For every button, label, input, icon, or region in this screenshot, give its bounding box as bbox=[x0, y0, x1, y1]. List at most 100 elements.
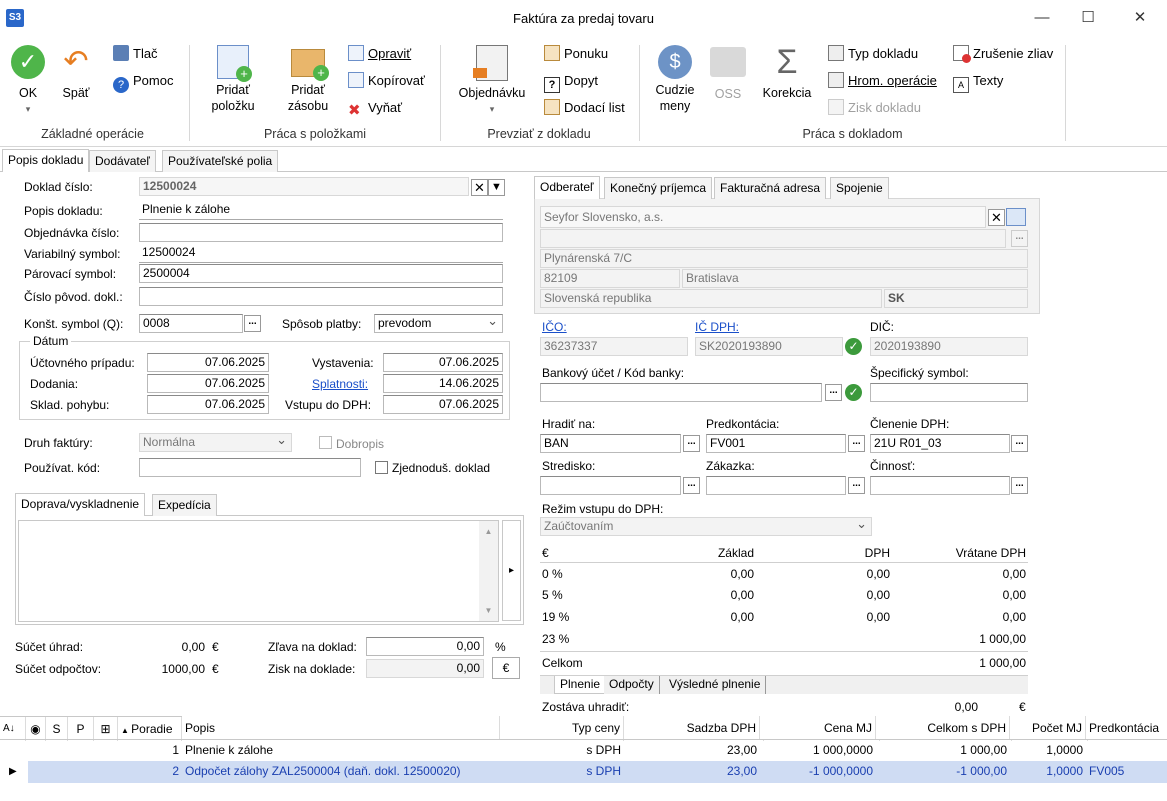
table-row[interactable]: ▶ 2 Odpočet zálohy ZAL2500004 (daň. dokl… bbox=[0, 761, 1167, 783]
panel-toggle-button[interactable]: ▸ bbox=[502, 520, 521, 621]
icdph-link[interactable]: IČ DPH: bbox=[695, 320, 739, 334]
constsym-lookup-button[interactable]: ... bbox=[244, 315, 261, 332]
street-field[interactable]: Plynárenská 7/C bbox=[540, 249, 1028, 268]
bank-account-input[interactable] bbox=[540, 383, 822, 402]
invoice-type-select[interactable]: Normálna bbox=[139, 433, 292, 452]
cost-center-lookup-button[interactable]: ... bbox=[683, 477, 700, 494]
tab-result-fulfillment[interactable]: Výsledné plnenie bbox=[664, 676, 767, 694]
issued-date[interactable]: 07.06.2025 bbox=[383, 353, 503, 372]
foreign-currency-button[interactable]: $ Cudzie meny bbox=[650, 45, 700, 114]
tab-customer[interactable]: Odberateľ bbox=[534, 176, 600, 199]
cut-button[interactable]: ✖ Vyňať bbox=[348, 98, 402, 119]
bank-lookup-button[interactable]: ... bbox=[825, 384, 842, 401]
precontation-input[interactable]: FV001 bbox=[706, 434, 846, 453]
icdph-field[interactable]: SK2020193890 bbox=[695, 337, 843, 356]
shipping-textarea[interactable] bbox=[18, 520, 499, 622]
inquiry-button[interactable]: ? Dopyt bbox=[544, 71, 598, 93]
verified-icon[interactable]: ✓ bbox=[845, 338, 862, 355]
city-field[interactable]: Bratislava bbox=[682, 269, 1028, 288]
print-button[interactable]: Tlač bbox=[113, 44, 158, 64]
precontation-lookup-button[interactable]: ... bbox=[848, 435, 865, 452]
edit-button[interactable]: Opraviť bbox=[348, 44, 411, 64]
tab-deductions[interactable]: Odpočty bbox=[604, 676, 660, 694]
profit-button[interactable]: Zisk dokladu bbox=[828, 98, 921, 118]
tab-connection[interactable]: Spojenie bbox=[830, 177, 889, 199]
pairsym-input[interactable]: 2500004 bbox=[139, 264, 503, 283]
ico-field[interactable]: 36237337 bbox=[540, 337, 688, 356]
col-header-description-main[interactable]: Popis bbox=[182, 716, 500, 740]
minimize-button[interactable]: — bbox=[1027, 7, 1057, 29]
copy-button[interactable]: Kopírovať bbox=[348, 71, 425, 91]
payment-select[interactable]: prevodom bbox=[374, 314, 503, 333]
tree-icon[interactable]: ⊞ bbox=[94, 717, 118, 741]
help-button[interactable]: ? Pomoc bbox=[113, 71, 173, 93]
table-row[interactable]: 1 Plnenie k zálohe s DPH 23,00 1 000,000… bbox=[0, 740, 1167, 761]
cost-center-input[interactable] bbox=[540, 476, 681, 495]
add-stock-button[interactable]: + Pridať zásobu bbox=[280, 45, 336, 114]
col-header-vat-rate-main[interactable]: Sadzba DPH bbox=[624, 716, 760, 740]
cancel-discount-button[interactable]: Zrušenie zliav bbox=[953, 44, 1053, 64]
contract-input[interactable] bbox=[706, 476, 846, 495]
scrollbar[interactable]: ▲ ▼ bbox=[479, 521, 498, 621]
varsym-input[interactable]: 12500024 bbox=[139, 244, 503, 263]
vat-split-lookup-button[interactable]: ... bbox=[1011, 435, 1028, 452]
back-button[interactable]: ↶ Späť bbox=[56, 45, 96, 101]
sort-icon[interactable]: A↓ bbox=[0, 717, 26, 741]
activity-lookup-button[interactable]: ... bbox=[1011, 477, 1028, 494]
col-header-s[interactable]: S bbox=[46, 717, 68, 741]
tab-fulfillment[interactable]: Plnenie bbox=[554, 676, 607, 694]
pay-to-input[interactable]: BAN bbox=[540, 434, 681, 453]
correction-button[interactable]: Σ Korekcia bbox=[757, 45, 817, 101]
activity-input[interactable] bbox=[870, 476, 1010, 495]
col-header-qty[interactable]: Počet MJ bbox=[1010, 716, 1086, 740]
tab-shipping[interactable]: Doprava/vyskladnenie bbox=[15, 493, 146, 516]
col-header-precontation[interactable]: Predkontácia bbox=[1086, 716, 1167, 740]
address-lookup-button[interactable]: ... bbox=[1011, 230, 1028, 247]
tab-supplier[interactable]: Dodávateľ bbox=[89, 150, 156, 172]
verified-icon[interactable]: ✓ bbox=[845, 384, 862, 401]
col-header-order[interactable]: ▲ Poradie bbox=[118, 717, 182, 741]
country-field[interactable]: Slovenská republika bbox=[540, 289, 882, 308]
col-header-total-vat[interactable]: Celkom s DPH bbox=[876, 716, 1010, 740]
origdoc-input[interactable] bbox=[139, 287, 503, 306]
stock-date[interactable]: 07.06.2025 bbox=[147, 395, 269, 414]
country-code-field[interactable]: SK bbox=[884, 289, 1028, 308]
due-date[interactable]: 14.06.2025 bbox=[383, 374, 503, 393]
doc-discount-input[interactable]: 0,00 bbox=[366, 637, 484, 656]
acc-case-date[interactable]: 07.06.2025 bbox=[147, 353, 269, 372]
currency-toggle-button[interactable]: € bbox=[492, 657, 520, 679]
constsym-input[interactable]: 0008 bbox=[139, 314, 243, 333]
vat-entry-date[interactable]: 07.06.2025 bbox=[383, 395, 503, 414]
tab-billing-address[interactable]: Fakturačná adresa bbox=[714, 177, 827, 199]
tab-doc-description[interactable]: Popis dokladu bbox=[2, 149, 90, 172]
dic-field[interactable]: 2020193890 bbox=[870, 337, 1028, 356]
customer-name-field[interactable]: Seyfor Slovensko, a.s. bbox=[540, 206, 986, 228]
add-item-button[interactable]: + Pridať položku bbox=[205, 45, 261, 114]
ico-link[interactable]: IČO: bbox=[542, 320, 567, 334]
simplified-doc-checkbox[interactable] bbox=[375, 461, 388, 474]
contract-lookup-button[interactable]: ... bbox=[848, 477, 865, 494]
delivery-note-button[interactable]: Dodací list bbox=[544, 98, 625, 118]
vat-mode-select[interactable]: Zaúčtovaním bbox=[540, 517, 872, 536]
close-button[interactable]: ✕ bbox=[1125, 7, 1155, 29]
specific-symbol-input[interactable] bbox=[870, 383, 1028, 402]
order-input[interactable] bbox=[139, 223, 503, 242]
tab-expedition[interactable]: Expedícia bbox=[152, 494, 217, 516]
description-input[interactable]: Plnenie k zálohe bbox=[139, 201, 503, 220]
offers-button[interactable]: Ponuku bbox=[544, 44, 608, 64]
pay-to-lookup-button[interactable]: ... bbox=[683, 435, 700, 452]
address-book-icon[interactable] bbox=[1006, 208, 1026, 226]
attachment-icon[interactable]: ◉ bbox=[26, 717, 46, 741]
doc-number-field[interactable]: 12500024 bbox=[139, 177, 469, 196]
maximize-button[interactable]: ☐ bbox=[1073, 7, 1103, 29]
tab-user-fields[interactable]: Používateľské polia bbox=[162, 150, 279, 172]
vat-split-input[interactable]: 21U R01_03 bbox=[870, 434, 1010, 453]
texts-button[interactable]: A Texty bbox=[953, 71, 1003, 93]
oss-button[interactable]: OSS bbox=[707, 45, 749, 102]
doc-type-button[interactable]: Typ dokladu bbox=[828, 44, 918, 64]
address-line-empty[interactable] bbox=[540, 229, 1006, 248]
delivery-date[interactable]: 07.06.2025 bbox=[147, 374, 269, 393]
chevron-down-icon[interactable]: ▼ bbox=[488, 179, 505, 196]
tab-final-recipient[interactable]: Konečný príjemca bbox=[604, 177, 713, 199]
credit-note-checkbox[interactable] bbox=[319, 436, 332, 449]
